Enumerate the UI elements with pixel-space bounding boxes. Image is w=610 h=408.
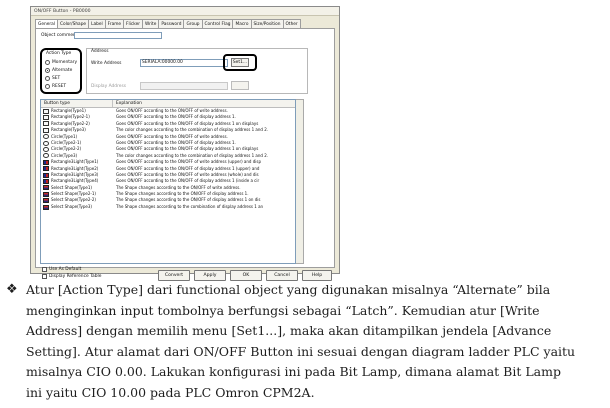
radio-set[interactable]: SET	[45, 75, 60, 82]
checkbox-label: Use As Default	[49, 267, 82, 272]
radio-icon	[45, 60, 50, 65]
paragraph-line: ini yaitu CIO 10.00 pada PLC Omron CPM2A…	[26, 384, 315, 400]
circle-shape-icon	[43, 140, 49, 146]
list-body: Rectangle(Type1) Goes ON/OFF according to…	[41, 108, 295, 210]
paragraph-line: Atur [Action Type] dari functional objec…	[26, 282, 551, 297]
address-group: Address Write Address SERIALA:00000.00 S…	[86, 48, 308, 94]
circle-shape-icon	[43, 147, 49, 153]
bitmap-shape-icon	[43, 172, 49, 178]
display-reference-checkbox[interactable]: Display Reference Table	[42, 274, 101, 279]
circle-shape-icon	[43, 134, 49, 140]
object-comment-input[interactable]	[74, 32, 162, 39]
diamond-bullet-icon: ❖	[6, 282, 18, 297]
list-scrollbar[interactable]	[296, 99, 304, 264]
write-address-label: Write Address	[91, 61, 122, 66]
select-shape-icon	[43, 198, 49, 204]
radio-label: RESET	[52, 84, 67, 89]
display-address-label: Display Address	[91, 84, 127, 89]
list-header: Button type Explanation	[41, 100, 295, 108]
dialog-title: ON/OFF Button - PB0000	[31, 7, 339, 16]
select-shape-icon	[43, 191, 49, 197]
object-comment-label: Object comment	[41, 33, 78, 38]
button-type-list[interactable]: Button type Explanation Rectangle(Type1)…	[40, 99, 296, 264]
paragraph-line: menginginkan input tombolnya berfungsi s…	[26, 302, 540, 318]
column-header-button-type[interactable]: Button type	[41, 100, 113, 107]
list-item[interactable]: Select Shape(Type3) The Shape changes acc…	[41, 204, 295, 210]
checkbox-icon	[42, 267, 47, 272]
column-header-explanation[interactable]: Explanation	[113, 100, 295, 107]
bitmap-shape-icon	[43, 166, 49, 172]
radio-reset[interactable]: RESET	[45, 83, 66, 90]
list-item-type-label: Select Shape(Type3)	[51, 203, 92, 209]
bitmap-shape-icon	[43, 178, 49, 184]
general-panel: Object comment Action Type Momentary Alt…	[35, 28, 335, 281]
rect-shape-icon	[43, 108, 49, 114]
highlight-box	[223, 54, 257, 71]
on-off-button-dialog: ON/OFF Button - PB0000 General Color/Sha…	[30, 6, 340, 281]
rect-shape-icon	[43, 121, 49, 127]
radio-checked-icon	[45, 68, 50, 73]
circle-shape-icon	[43, 153, 49, 159]
radio-alternate[interactable]: Alternate	[45, 67, 72, 74]
radio-icon	[45, 84, 50, 89]
radio-label: SET	[52, 76, 61, 81]
radio-momentary[interactable]: Momentary	[45, 59, 77, 66]
display-address-set-button	[231, 81, 249, 90]
select-shape-icon	[43, 185, 49, 191]
radio-label: Alternate	[52, 68, 73, 73]
action-type-title: Action Type	[46, 51, 72, 56]
rect-shape-icon	[43, 115, 49, 121]
paragraph-line: Address] dengan memilih menu [Set1...], …	[26, 323, 552, 338]
select-shape-icon	[43, 204, 49, 210]
display-address-input	[140, 82, 228, 90]
paragraph-line: Setting]. Atur alamat dari ON/OFF Button…	[26, 343, 576, 359]
checkbox-icon	[42, 274, 47, 279]
radio-label: Momentary	[52, 60, 78, 65]
bitmap-shape-icon	[43, 159, 49, 165]
checkbox-label: Display Reference Table	[49, 274, 102, 279]
rect-shape-icon	[43, 127, 49, 133]
list-item-explanation: The Shape changes according to the combi…	[116, 203, 264, 209]
use-as-default-checkbox[interactable]: Use As Default	[42, 267, 81, 272]
radio-icon	[45, 76, 50, 81]
action-type-group: Action Type Momentary Alternate SET RESE…	[40, 48, 82, 94]
write-address-input[interactable]: SERIALA:00000.00	[140, 59, 228, 67]
paragraph-line: misalnya CIO 0.00. Lakukan konfigurasi i…	[26, 364, 561, 379]
address-title: Address	[91, 49, 109, 54]
list-item-type: Select Shape(Type3)	[41, 204, 113, 210]
